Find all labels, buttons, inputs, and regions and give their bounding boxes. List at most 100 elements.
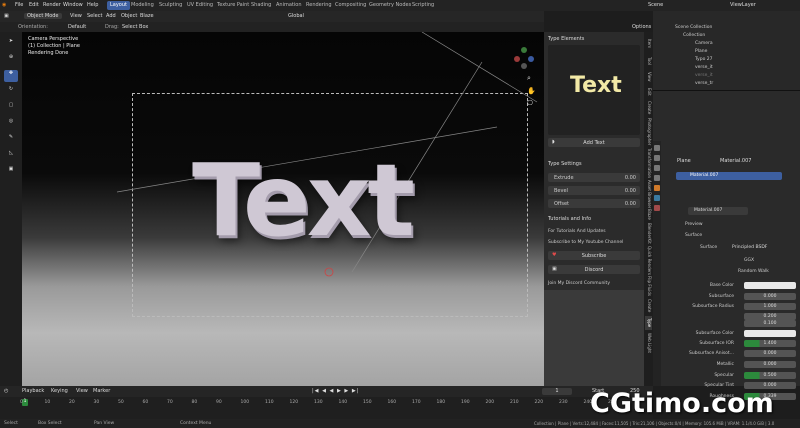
3d-text-object[interactable]: Text bbox=[192, 142, 415, 259]
outliner-item-7[interactable]: verse_tr bbox=[653, 80, 800, 87]
render-props-icon[interactable] bbox=[654, 155, 660, 161]
menu-blaze[interactable]: Blaze bbox=[140, 13, 154, 19]
timeline[interactable]: 1 0 10 20 30 50 60 70 80 90 100 110 120 130 140 150 160… bbox=[0, 397, 653, 419]
preview-section[interactable]: Preview bbox=[685, 222, 703, 227]
camera-view-icon[interactable]: ⎔ bbox=[527, 99, 533, 107]
tab-quick-renders[interactable]: Quick Renders bbox=[645, 246, 652, 275]
tab-view[interactable]: View bbox=[645, 70, 652, 84]
scene-props-icon[interactable] bbox=[654, 175, 660, 181]
outliner-item-6[interactable]: verse_it bbox=[653, 72, 800, 79]
menu-edit[interactable]: Edit bbox=[29, 2, 39, 8]
outliner-collection[interactable]: Collection bbox=[653, 32, 800, 39]
select-cursor-icon[interactable]: ➤ bbox=[4, 38, 18, 50]
menu-file[interactable]: File bbox=[15, 2, 23, 8]
orientation-dropdown[interactable]: Default bbox=[68, 24, 86, 30]
tab-uv-editing[interactable]: UV Editing bbox=[184, 1, 216, 10]
menu-keying[interactable]: Keying bbox=[51, 388, 68, 394]
view-layer-selector[interactable]: ViewLayer bbox=[730, 2, 756, 8]
current-frame-field[interactable]: 1 bbox=[542, 388, 572, 395]
annotate-tool-icon[interactable]: ✎ bbox=[4, 134, 18, 146]
output-props-icon[interactable] bbox=[654, 165, 660, 171]
material-prop-value[interactable]: 0.500 bbox=[744, 372, 796, 379]
text-preview[interactable]: Text bbox=[548, 45, 640, 135]
tab-layout[interactable]: Layout bbox=[107, 1, 130, 10]
subsurface-method-dropdown[interactable]: Random Walk bbox=[738, 269, 769, 274]
outliner-scene-collection[interactable]: Scene Collection bbox=[653, 24, 800, 31]
type-elements-header[interactable]: Type Elements bbox=[548, 36, 584, 42]
3d-viewport[interactable]: Camera Perspective (1) Collection | Plan… bbox=[22, 32, 544, 386]
outliner-camera[interactable]: Camera bbox=[653, 40, 800, 47]
transform-orientation[interactable]: Global bbox=[288, 13, 304, 19]
editor-type-icon[interactable]: ▣ bbox=[4, 13, 9, 19]
material-prop-value[interactable]: 0.100 bbox=[744, 320, 796, 327]
transform-tool-icon[interactable]: ◎ bbox=[4, 118, 18, 130]
distribution-dropdown[interactable]: GGX bbox=[744, 258, 754, 263]
menu-marker[interactable]: Marker bbox=[93, 388, 110, 394]
scale-tool-icon[interactable]: ▢ bbox=[4, 102, 18, 114]
offset-field[interactable]: Offset 0.00 bbox=[548, 199, 640, 208]
extrude-field[interactable]: Extrude 0.00 bbox=[548, 173, 640, 182]
zoom-icon[interactable]: ⌕ bbox=[527, 74, 531, 83]
tab-blenderkit[interactable]: BlenderKit bbox=[645, 222, 652, 244]
material-prop-value[interactable]: 0.000 bbox=[744, 361, 796, 368]
timeline-editor-icon[interactable]: ◴ bbox=[4, 388, 8, 394]
material-prop-value[interactable]: 0.200 bbox=[744, 313, 796, 320]
menu-object[interactable]: Object bbox=[121, 13, 137, 19]
menu-timeline-view[interactable]: View bbox=[76, 388, 88, 394]
tab-tool[interactable]: Tool bbox=[645, 54, 652, 68]
tab-animation[interactable]: Animation bbox=[273, 1, 305, 10]
surface-section[interactable]: Surface bbox=[685, 233, 702, 238]
navigation-gizmo[interactable] bbox=[512, 46, 536, 72]
tab-web-light[interactable]: Web Light bbox=[645, 332, 652, 354]
tab-texture-paint[interactable]: Texture Paint bbox=[214, 1, 252, 10]
material-datablock[interactable]: Material.007 bbox=[688, 207, 748, 215]
tab-create-2[interactable]: Create bbox=[645, 298, 652, 314]
tab-scripting[interactable]: Scripting bbox=[409, 1, 437, 10]
menu-select[interactable]: Select bbox=[87, 13, 102, 19]
scene-selector[interactable]: Scene bbox=[648, 2, 663, 8]
measure-tool-icon[interactable]: ◺ bbox=[4, 150, 18, 162]
menu-view[interactable]: View bbox=[70, 13, 82, 19]
menu-playback[interactable]: Playback bbox=[22, 388, 44, 394]
playback-controls[interactable]: |◀ ◀ ◀ ▶ ▶ ▶| bbox=[312, 388, 359, 394]
blender-logo-icon[interactable]: ◉ bbox=[2, 2, 6, 8]
material-prop-value[interactable]: 1.400 bbox=[744, 340, 796, 347]
menu-add[interactable]: Add bbox=[106, 13, 116, 19]
pan-hand-icon[interactable]: ✋ bbox=[527, 87, 536, 95]
discord-button[interactable]: ▣ Discord bbox=[548, 265, 640, 274]
material-prop-value[interactable]: 0.000 bbox=[744, 293, 796, 300]
outliner-item-5[interactable]: verse_it bbox=[653, 64, 800, 71]
tab-create[interactable]: Create bbox=[645, 100, 652, 116]
menu-window[interactable]: Window bbox=[63, 2, 83, 8]
tab-flip-fluids[interactable]: Flip Fluids bbox=[645, 276, 652, 296]
material-prop-value[interactable] bbox=[744, 330, 796, 337]
mode-dropdown[interactable]: Object Mode bbox=[24, 13, 62, 19]
add-cube-tool-icon[interactable]: ▣ bbox=[4, 166, 18, 178]
surface-shader[interactable]: Principled BSDF bbox=[732, 245, 767, 250]
tab-transformation[interactable]: Transformation bbox=[645, 148, 652, 178]
tab-shading[interactable]: Shading bbox=[248, 1, 274, 10]
tutorials-header[interactable]: Tutorials and Info bbox=[548, 216, 591, 222]
tab-rendering[interactable]: Rendering bbox=[303, 1, 335, 10]
tool-props-icon[interactable] bbox=[654, 145, 660, 151]
move-tool-icon[interactable]: ✥ bbox=[4, 70, 18, 82]
outliner-plane[interactable]: Plane bbox=[653, 48, 800, 55]
material-prop-value[interactable]: 0.000 bbox=[744, 350, 796, 357]
outliner-typo[interactable]: Typo 27 bbox=[653, 56, 800, 63]
tab-modeling[interactable]: Modeling bbox=[128, 1, 157, 10]
material-prop-value[interactable]: 1.000 bbox=[744, 303, 796, 310]
tab-type[interactable]: Type bbox=[645, 316, 652, 330]
options-dropdown[interactable]: Options bbox=[632, 24, 651, 30]
tab-photographer[interactable]: Photographer bbox=[645, 118, 652, 146]
subscribe-button[interactable]: ♥ Subscribe bbox=[548, 251, 640, 260]
menu-render[interactable]: Render bbox=[43, 2, 61, 8]
tab-blaze[interactable]: Blaze bbox=[645, 208, 652, 220]
tab-asset-browser[interactable]: Asset Browser bbox=[645, 180, 652, 208]
modifier-props-icon[interactable] bbox=[654, 195, 660, 201]
tab-geometry-nodes[interactable]: Geometry Nodes bbox=[366, 1, 414, 10]
material-slot[interactable]: Material.007 bbox=[676, 172, 782, 180]
cursor-tool-icon[interactable]: ⊕ bbox=[4, 54, 18, 66]
type-settings-header[interactable]: Type Settings bbox=[548, 161, 582, 167]
tab-item[interactable]: Item bbox=[645, 36, 652, 52]
drag-dropdown[interactable]: Select Box bbox=[122, 24, 148, 30]
